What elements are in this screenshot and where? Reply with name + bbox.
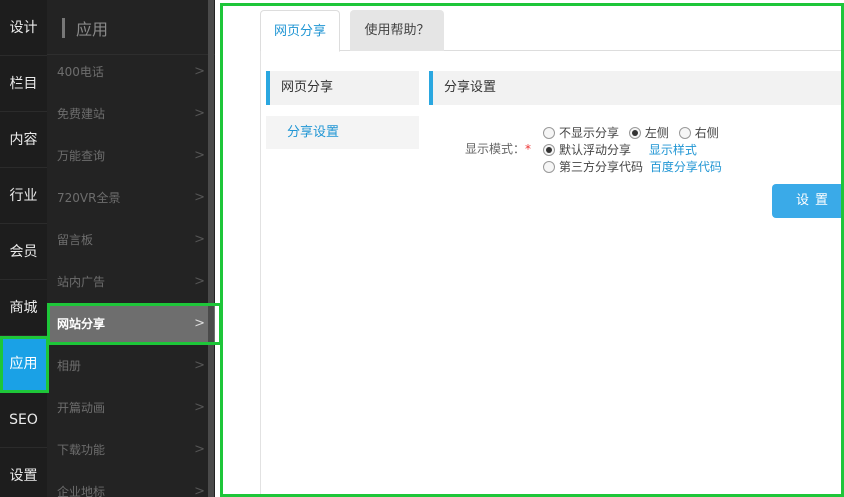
- app-item-label: 留言板: [57, 233, 94, 247]
- chevron-right-icon: >: [194, 484, 205, 497]
- app-item-label: 网站分享: [57, 317, 106, 331]
- app-item-label: 免费建站: [57, 107, 106, 121]
- nav-item-seo[interactable]: SEO: [0, 392, 47, 448]
- chevron-right-icon: >: [194, 232, 205, 247]
- radio-right-label: 右侧: [694, 126, 719, 140]
- nav-item-design[interactable]: 设计: [0, 0, 47, 56]
- app-list-title: 应用: [76, 20, 109, 39]
- app-item-label: 开篇动画: [57, 401, 106, 415]
- display-mode-label-text: 显示模式：: [465, 142, 526, 156]
- nav-item-industry[interactable]: 行业: [0, 168, 47, 224]
- save-settings-button[interactable]: 设置: [772, 184, 844, 218]
- chevron-right-icon: >: [194, 64, 205, 79]
- nav-item-mall[interactable]: 商城: [0, 280, 47, 336]
- required-mark: *: [525, 142, 532, 156]
- chevron-right-icon: >: [194, 274, 205, 289]
- app-list-scrollbar[interactable]: [208, 0, 214, 497]
- radio-left-label: 左侧: [644, 126, 669, 140]
- baidu-share-code-link[interactable]: 百度分享代码: [650, 160, 722, 174]
- app-item-400-phone[interactable]: 400电话 >: [47, 51, 215, 93]
- app-item-label: 企业地标: [57, 485, 106, 497]
- radio-default-float-label: 默认浮动分享: [559, 143, 632, 157]
- radio-row-2: 默认浮动分享 显示样式: [543, 142, 697, 158]
- display-mode-label: 显示模式：*: [465, 141, 531, 157]
- app-item-landmark[interactable]: 企业地标 >: [47, 471, 215, 497]
- app-item-free-site[interactable]: 免费建站 >: [47, 93, 215, 135]
- radio-left[interactable]: [628, 126, 641, 139]
- nav-item-settings[interactable]: 设置: [0, 448, 47, 497]
- section-header: 分享设置: [429, 71, 844, 105]
- header-accent-bar: [62, 18, 65, 38]
- radio-no-share[interactable]: [543, 126, 555, 139]
- tab-bar: 网页分享 使用帮助？: [260, 10, 844, 52]
- app-item-downloads[interactable]: 下载功能 >: [47, 429, 215, 471]
- chevron-right-icon: >: [194, 316, 205, 331]
- tab-help[interactable]: 使用帮助？: [350, 10, 444, 51]
- radio-default-float[interactable]: [543, 143, 555, 156]
- nav-item-apps[interactable]: 应用: [0, 336, 47, 392]
- show-style-link[interactable]: 显示样式: [649, 143, 697, 157]
- radio-right[interactable]: [678, 126, 691, 139]
- radio-third-party-label: 第三方分享代码: [559, 160, 644, 174]
- nav-item-members[interactable]: 会员: [0, 224, 47, 280]
- chevron-right-icon: >: [194, 106, 205, 121]
- chevron-right-icon: >: [194, 190, 205, 205]
- radio-third-party[interactable]: [543, 160, 555, 173]
- chevron-right-icon: >: [194, 358, 205, 373]
- chevron-right-icon: >: [194, 400, 205, 415]
- subnav-item-share-settings[interactable]: 分享设置: [266, 116, 419, 149]
- radio-no-share-label: 不显示分享: [559, 126, 620, 140]
- chevron-right-icon: >: [194, 442, 205, 457]
- tab-web-share[interactable]: 网页分享: [260, 10, 340, 52]
- app-item-site-ads[interactable]: 站内广告 >: [47, 261, 215, 303]
- app-item-label: 下载功能: [57, 443, 106, 457]
- app-item-720vr[interactable]: 720VR全景 >: [47, 177, 215, 219]
- radio-row-3: 第三方分享代码 百度分享代码: [543, 159, 722, 175]
- nav-item-columns[interactable]: 栏目: [0, 56, 47, 112]
- app-list-header: 应用: [47, 0, 215, 55]
- app-list-panel: 应用 400电话 > 免费建站 > 万能查询 > 720VR全景 > 留言板 > 站内广告…: [47, 0, 215, 497]
- app-item-label: 站内广告: [57, 275, 106, 289]
- app-item-label: 相册: [57, 359, 82, 373]
- main-nav: 设计 栏目 内容 行业 会员 商城 应用 SEO 设置: [0, 0, 47, 497]
- app-item-site-share[interactable]: 网站分享 >: [47, 303, 215, 345]
- app-item-label: 万能查询: [57, 149, 106, 163]
- app-item-guestbook[interactable]: 留言板 >: [47, 219, 215, 261]
- app-item-intro-animation[interactable]: 开篇动画 >: [47, 387, 215, 429]
- app-item-album[interactable]: 相册 >: [47, 345, 215, 387]
- app-item-label: 400电话: [57, 65, 104, 79]
- chevron-right-icon: >: [194, 148, 205, 163]
- subnav-header: 网页分享: [266, 71, 419, 105]
- app-item-label: 720VR全景: [57, 191, 121, 205]
- content-left-border: [260, 51, 261, 497]
- radio-row-1: 不显示分享 左侧 右侧: [543, 125, 725, 141]
- nav-item-content[interactable]: 内容: [0, 112, 47, 168]
- app-item-universal-query[interactable]: 万能查询 >: [47, 135, 215, 177]
